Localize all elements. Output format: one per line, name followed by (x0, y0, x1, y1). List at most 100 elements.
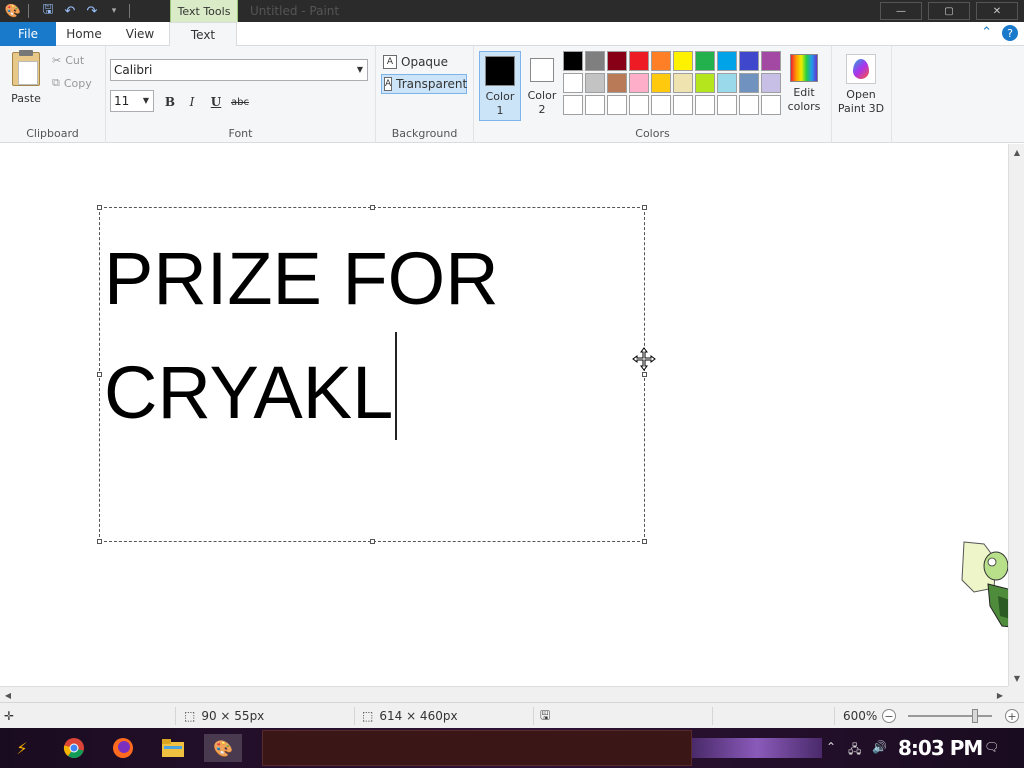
palette-swatch[interactable] (695, 73, 715, 93)
file-explorer-icon[interactable] (159, 734, 187, 762)
palette-swatch[interactable] (563, 73, 583, 93)
chrome-icon[interactable] (60, 734, 88, 762)
undo-icon[interactable]: ↶ (61, 2, 79, 20)
tab-text[interactable]: Text (169, 22, 237, 47)
background-group-label: Background (391, 127, 458, 140)
maximize-button[interactable]: ▢ (928, 2, 970, 20)
palette-swatch[interactable] (717, 73, 737, 93)
palette-swatch[interactable] (761, 51, 781, 71)
color-wheel-icon (790, 54, 818, 82)
zoom-slider-track[interactable] (908, 715, 992, 717)
paste-button[interactable]: Paste (6, 50, 46, 105)
zoom-slider-thumb[interactable] (972, 709, 979, 723)
palette-swatch[interactable] (607, 95, 627, 115)
palette-swatch[interactable] (717, 95, 737, 115)
palette-swatch[interactable] (629, 73, 649, 93)
tray-chevron-icon[interactable]: ⌃ (826, 740, 836, 754)
tab-view[interactable]: View (112, 22, 168, 46)
bold-button[interactable]: B (160, 93, 180, 111)
font-size-select[interactable]: 11 ▼ (110, 90, 154, 112)
palette-swatch[interactable] (717, 51, 737, 71)
color2-button[interactable]: Color 2 (521, 51, 563, 121)
color-palette (563, 51, 781, 115)
scroll-left-arrow-icon[interactable]: ◀ (0, 687, 16, 703)
scroll-right-arrow-icon[interactable]: ▶ (992, 687, 1008, 703)
resize-handle-w[interactable] (97, 372, 102, 377)
text-box[interactable]: PRIZE FOR CRYAKL (97, 205, 647, 544)
save-icon[interactable]: 🖫 (39, 2, 57, 20)
palette-swatch[interactable] (563, 95, 583, 115)
italic-button[interactable]: I (182, 93, 202, 111)
palette-swatch[interactable] (651, 95, 671, 115)
palette-swatch[interactable] (585, 95, 605, 115)
palette-swatch[interactable] (695, 95, 715, 115)
palette-swatch[interactable] (607, 73, 627, 93)
zoom-out-button[interactable]: − (882, 709, 896, 723)
ribbon: Paste ✂ Cut ⧉ Copy Clipboard Font Calibr… (0, 46, 1024, 143)
palette-swatch[interactable] (739, 51, 759, 71)
palette-swatch[interactable] (607, 51, 627, 71)
copy-button[interactable]: ⧉ Copy (52, 76, 92, 90)
redo-icon[interactable]: ↷ (83, 2, 101, 20)
palette-swatch[interactable] (673, 95, 693, 115)
palette-swatch[interactable] (761, 73, 781, 93)
palette-swatch[interactable] (585, 51, 605, 71)
color1-button[interactable]: Color 1 (479, 51, 521, 121)
scroll-up-arrow-icon[interactable]: ▲ (1009, 144, 1024, 160)
palette-swatch[interactable] (673, 51, 693, 71)
help-icon[interactable]: ? (1002, 25, 1018, 41)
zoom-in-button[interactable]: + (1005, 709, 1019, 723)
network-icon[interactable]: 🖧 (848, 740, 861, 761)
font-group-label: Font (228, 127, 253, 140)
firefox-icon[interactable] (109, 734, 137, 762)
palette-swatch[interactable] (629, 95, 649, 115)
palette-swatch[interactable] (629, 51, 649, 71)
resize-handle-ne[interactable] (642, 205, 647, 210)
tab-file[interactable]: File (0, 22, 56, 46)
strikethrough-button[interactable]: abc (230, 93, 250, 111)
palette-swatch[interactable] (739, 73, 759, 93)
resize-handle-nw[interactable] (97, 205, 102, 210)
minimize-button[interactable]: — (880, 2, 922, 20)
paint-taskbar-icon[interactable]: 🎨 (204, 734, 242, 762)
opaque-option[interactable]: A Opaque (381, 52, 467, 72)
resize-handle-sw[interactable] (97, 539, 102, 544)
status-separator (834, 707, 835, 725)
edit-colors-button[interactable]: Edit colors (781, 54, 827, 114)
cut-button[interactable]: ✂ Cut (52, 54, 84, 67)
resize-handle-se[interactable] (642, 539, 647, 544)
drawing-canvas[interactable]: PRIZE FOR CRYAKL (0, 144, 1008, 686)
minimize-ribbon-icon[interactable]: ⌃ (981, 25, 992, 41)
open-paint3d-button[interactable]: Open Paint 3D (836, 54, 886, 116)
palette-swatch[interactable] (651, 73, 671, 93)
customize-qat-icon[interactable]: ▾ (105, 2, 123, 20)
resize-handle-s[interactable] (370, 539, 375, 544)
underline-button[interactable]: U (206, 93, 226, 111)
horizontal-scrollbar[interactable]: ◀ ▶ (0, 686, 1008, 702)
close-button[interactable]: ✕ (976, 2, 1018, 20)
font-family-select[interactable]: Calibri ▼ (110, 59, 368, 81)
scissors-icon: ✂ (52, 54, 62, 67)
palette-swatch[interactable] (585, 73, 605, 93)
paint-app-icon[interactable]: 🎨 (4, 2, 22, 20)
start-icon[interactable]: ⚡ (8, 734, 36, 762)
palette-swatch[interactable] (673, 73, 693, 93)
palette-swatch[interactable] (651, 51, 671, 71)
resize-handle-n[interactable] (370, 205, 375, 210)
scroll-down-arrow-icon[interactable]: ▼ (1009, 670, 1024, 686)
paint3d-icon (846, 54, 876, 84)
vertical-scrollbar[interactable]: ▲ ▼ (1008, 144, 1024, 686)
taskbar-clock[interactable]: 8:03 PM (898, 736, 983, 760)
palette-swatch[interactable] (739, 95, 759, 115)
transparent-option[interactable]: A Transparent (381, 74, 467, 94)
resize-handle-e[interactable] (642, 372, 647, 377)
palette-swatch[interactable] (761, 95, 781, 115)
palette-swatch[interactable] (695, 51, 715, 71)
tab-home[interactable]: Home (56, 22, 112, 46)
status-separator (533, 707, 534, 725)
notifications-icon[interactable]: 🗨 (984, 740, 999, 754)
volume-icon[interactable]: 🔊 (872, 740, 887, 754)
disk-icon: 🖫 (540, 707, 551, 722)
text-content[interactable]: PRIZE FOR CRYAKL (104, 226, 499, 446)
palette-swatch[interactable] (563, 51, 583, 71)
